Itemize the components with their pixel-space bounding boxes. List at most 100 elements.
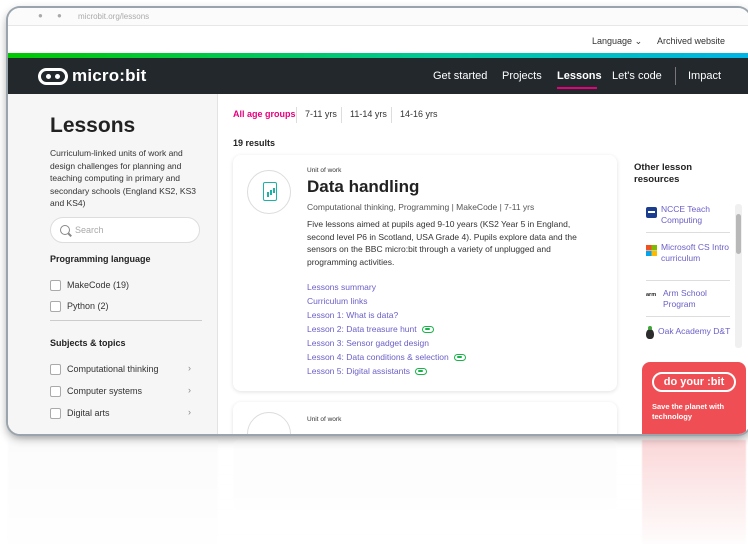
checkbox-label: MakeCode (19) <box>67 280 130 290</box>
tab-11-14[interactable]: 11-14 yrs <box>350 109 387 119</box>
filter-python[interactable]: Python (2) <box>50 299 109 313</box>
link-text: Lesson 2: Data treasure hunt <box>307 324 417 334</box>
checkbox[interactable] <box>50 279 61 291</box>
tab-14-16[interactable]: 14-16 yrs <box>400 109 438 119</box>
resource-ncce[interactable]: NCCE Teach Computing <box>646 204 732 225</box>
ncce-icon <box>646 207 657 218</box>
results-count: 19 results <box>233 138 276 148</box>
subjects-heading: Subjects & topics <box>50 338 126 348</box>
nav-get-started[interactable]: Get started <box>433 70 487 82</box>
divider <box>646 316 730 317</box>
unit-icon-circle <box>247 412 291 434</box>
programming-language-heading: Programming language <box>50 254 151 264</box>
divider <box>646 232 730 233</box>
page-title: Lessons <box>50 114 136 137</box>
sidebar-divider <box>50 320 202 321</box>
resource-microsoft[interactable]: Microsoft CS Intro curriculum <box>646 242 732 263</box>
microbit-logo[interactable]: micro:bit <box>38 66 147 86</box>
tab-divider <box>341 107 342 123</box>
archived-website-link[interactable]: Archived website <box>657 36 725 46</box>
lesson-card[interactable]: Unit of work <box>233 402 617 434</box>
nav-lessons[interactable]: Lessons <box>557 70 602 82</box>
filter-computer-systems[interactable]: Computer systems <box>50 384 142 398</box>
microsoft-icon <box>646 245 657 256</box>
filter-computational-thinking[interactable]: Computational thinking <box>50 362 159 376</box>
card-meta: Computational thinking, Programming | Ma… <box>307 202 535 212</box>
address-bar[interactable]: ● ● microbit.org/lessons <box>8 8 748 26</box>
link-text: Lesson 4: Data conditions & selection <box>307 352 449 362</box>
oak-icon <box>646 326 654 339</box>
language-menu[interactable]: Language ⌄ <box>592 36 642 47</box>
resource-label: NCCE Teach Computing <box>661 204 710 225</box>
search-icon <box>60 225 70 235</box>
tab-7-11[interactable]: 7-11 yrs <box>305 109 337 119</box>
nav-projects[interactable]: Projects <box>502 70 542 82</box>
card-title[interactable]: Data handling <box>307 177 419 197</box>
resources-aside: Other lesson resources NCCE Teach Comput… <box>634 94 748 434</box>
nav-impact[interactable]: Impact <box>688 70 721 82</box>
link-lesson-1[interactable]: Lesson 1: What is data? <box>307 309 398 321</box>
checkbox-label: Computational thinking <box>67 364 159 374</box>
chevron-right-icon[interactable]: › <box>188 407 191 417</box>
browser-window: ● ● microbit.org/lessons Language ⌄ Arch… <box>8 8 748 434</box>
unit-label: Unit of work <box>307 416 342 423</box>
resource-oak[interactable]: Oak Academy D&T <box>646 326 732 339</box>
card-description: Five lessons aimed at pupils aged 9-10 y… <box>307 219 577 267</box>
link-lesson-2[interactable]: Lesson 2: Data treasure hunt <box>307 323 434 335</box>
divider <box>646 280 730 281</box>
link-lessons-summary[interactable]: Lessons summary <box>307 281 376 293</box>
page-description: Curriculum-linked units of work and desi… <box>50 148 197 208</box>
do-your-bit-promo[interactable]: do your :bit Save the planet with techno… <box>642 362 746 434</box>
filter-digital-arts[interactable]: Digital arts <box>50 406 110 420</box>
chevron-down-icon: ⌄ <box>634 36 643 46</box>
resource-label: Arm School Program <box>663 288 707 309</box>
tab-all-age-groups[interactable]: All age groups <box>233 109 296 119</box>
lesson-card[interactable]: Unit of work Data handling Computational… <box>233 155 617 391</box>
checkbox-label: Computer systems <box>67 386 143 396</box>
microbit-logo-icon <box>38 67 68 85</box>
do-your-bit-badge: do your :bit <box>652 372 736 392</box>
link-lesson-3[interactable]: Lesson 3: Sensor gadget design <box>307 337 429 349</box>
filter-makecode[interactable]: MakeCode (19) <box>50 278 129 292</box>
link-text: Lessons summary <box>307 282 376 292</box>
promo-text: Save the planet with technology <box>652 402 725 421</box>
resources-title: Other lesson resources <box>634 162 693 185</box>
url-text: microbit.org/lessons <box>78 12 150 21</box>
arm-icon: arm <box>646 292 657 298</box>
link-lesson-4[interactable]: Lesson 4: Data conditions & selection <box>307 351 466 363</box>
window-reflection <box>8 440 748 544</box>
link-curriculum-links[interactable]: Curriculum links <box>307 295 367 307</box>
chevron-right-icon[interactable]: › <box>188 385 191 395</box>
resources-scrollbar[interactable] <box>735 204 742 348</box>
link-text: Lesson 3: Sensor gadget design <box>307 338 429 348</box>
resources-list[interactable]: NCCE Teach Computing Microsoft CS Intro … <box>634 196 744 354</box>
checkbox-label: Python (2) <box>67 301 109 311</box>
filter-sidebar: Lessons Curriculum-linked units of work … <box>8 94 218 434</box>
checkbox[interactable] <box>50 300 61 312</box>
tab-divider <box>296 107 297 123</box>
link-icon <box>453 353 466 361</box>
unit-label: Unit of work <box>307 167 342 174</box>
scrollbar-thumb[interactable] <box>736 214 741 254</box>
page: ● ● microbit.org/lessons Language ⌄ Arch… <box>0 0 748 544</box>
checkbox[interactable] <box>50 363 61 375</box>
chevron-right-icon[interactable]: › <box>188 363 191 373</box>
nav-active-indicator <box>557 87 597 89</box>
link-text: Lesson 1: What is data? <box>307 310 399 320</box>
reflection-fade <box>8 440 748 544</box>
tab-divider <box>391 107 392 123</box>
resource-label: Oak Academy D&T <box>658 326 731 336</box>
checkbox[interactable] <box>50 385 61 397</box>
resource-arm[interactable]: arm Arm School Program <box>646 288 732 309</box>
link-text: Lesson 5: Digital assistants <box>307 366 410 376</box>
main-navbar: micro:bit Get started Projects Lessons L… <box>8 58 748 94</box>
search-input[interactable]: Search <box>50 217 200 243</box>
nav-divider <box>675 67 676 85</box>
checkbox[interactable] <box>50 407 61 419</box>
nav-lets-code[interactable]: Let's code <box>612 70 662 82</box>
data-document-icon <box>263 182 277 201</box>
link-icon <box>415 367 427 375</box>
resource-label: Microsoft CS Intro curriculum <box>661 242 730 263</box>
link-icon <box>421 325 434 333</box>
link-lesson-5[interactable]: Lesson 5: Digital assistants <box>307 365 427 377</box>
